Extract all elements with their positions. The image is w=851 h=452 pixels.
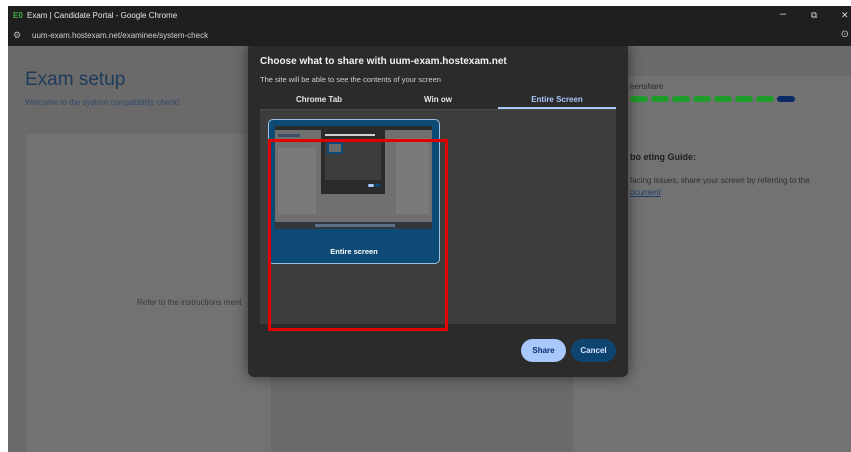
- title-bar: E0 Exam | Candidate Portal - Google Chro…: [8, 6, 851, 26]
- restore-button[interactable]: ⧉: [811, 10, 817, 21]
- step-label: eenshare: [630, 82, 664, 91]
- url-text[interactable]: uum-exam.hostexam.net/examinee/system-ch…: [32, 31, 208, 40]
- progress-segment: [651, 96, 669, 102]
- address-bar[interactable]: ⚙ uum-exam.hostexam.net/examinee/system-…: [8, 26, 851, 46]
- guide-document-link[interactable]: ocument: [630, 188, 661, 197]
- progress-segment: [672, 96, 690, 102]
- guide-title: bo eting Guide:: [630, 152, 696, 162]
- progress-segment: [630, 96, 648, 102]
- progress-segment: [777, 96, 795, 102]
- dialog-title: Choose what to share with uum-exam.hoste…: [260, 56, 507, 67]
- minimize-button[interactable]: –: [780, 8, 786, 20]
- cancel-button[interactable]: Cancel: [571, 339, 616, 362]
- instructions-card: [26, 134, 271, 452]
- tab-window[interactable]: Win ow: [379, 92, 497, 109]
- site-favicon-icon: E0: [13, 11, 23, 20]
- page-title: Exam setup: [25, 69, 126, 90]
- tab-chrome-tab[interactable]: Chrome Tab: [260, 92, 378, 109]
- instructions-text: Refer to the instructions ment: [137, 298, 242, 307]
- page-content: Exam setup Welcome to the system compati…: [8, 46, 851, 452]
- highlight-box: [268, 139, 448, 331]
- share-tabs: Chrome Tab Win ow Entire Screen: [260, 92, 616, 110]
- location-icon[interactable]: ⊙: [841, 29, 849, 40]
- tab-entire-screen[interactable]: Entire Screen: [498, 92, 616, 109]
- dialog-subtitle: The site will be able to see the content…: [260, 75, 441, 84]
- site-settings-icon[interactable]: ⚙: [13, 30, 21, 41]
- progress-segment: [756, 96, 774, 102]
- window-title: Exam | Candidate Portal - Google Chrome: [27, 11, 178, 20]
- progress-segment: [735, 96, 753, 102]
- close-button[interactable]: ✕: [841, 10, 849, 21]
- page-subtitle: Welcome to the system compatibility chec…: [25, 98, 180, 107]
- browser-window: E0 Exam | Candidate Portal - Google Chro…: [8, 6, 851, 452]
- guide-text: facing issues, share your screen by refe…: [630, 176, 810, 185]
- progress-segment: [693, 96, 711, 102]
- share-button[interactable]: Share: [521, 339, 566, 362]
- progress-segment: [714, 96, 732, 102]
